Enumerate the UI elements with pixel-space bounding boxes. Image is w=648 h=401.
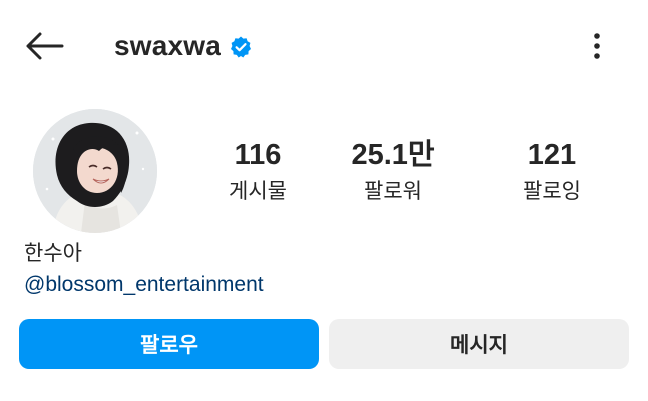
profile-page: swaxwa 116 게시물 25.1만 팔로워 121 팔로잉 한수아 @bl… xyxy=(0,0,648,401)
display-name: 한수아 xyxy=(24,242,82,265)
more-options-button[interactable] xyxy=(582,28,612,64)
avatar[interactable] xyxy=(33,109,157,233)
stat-followers-label: 팔로워 xyxy=(364,180,422,203)
stat-posts[interactable]: 116 게시물 xyxy=(188,136,328,208)
stat-following-value: 121 xyxy=(527,139,577,171)
arrow-left-icon xyxy=(26,32,64,60)
back-button[interactable] xyxy=(22,26,66,66)
header-title: swaxwa xyxy=(114,24,253,68)
stat-following-label: 팔로잉 xyxy=(523,180,581,203)
stat-following[interactable]: 121 팔로잉 xyxy=(482,136,622,208)
more-vertical-icon xyxy=(594,33,600,59)
profile-stats: 116 게시물 25.1만 팔로워 121 팔로잉 xyxy=(190,136,630,216)
stat-followers-value: 25.1만 xyxy=(351,139,435,171)
stat-posts-label: 게시물 xyxy=(229,180,287,203)
bio-mention-link[interactable]: @blossom_entertainment xyxy=(24,271,264,299)
follow-button[interactable]: 팔로우 xyxy=(19,319,319,369)
username: swaxwa xyxy=(114,30,222,61)
stat-posts-value: 116 xyxy=(234,139,282,171)
message-button[interactable]: 메시지 xyxy=(329,319,629,369)
profile-photo xyxy=(33,109,157,233)
stat-followers[interactable]: 25.1만 팔로워 xyxy=(323,136,463,208)
verified-badge-icon xyxy=(231,36,252,58)
